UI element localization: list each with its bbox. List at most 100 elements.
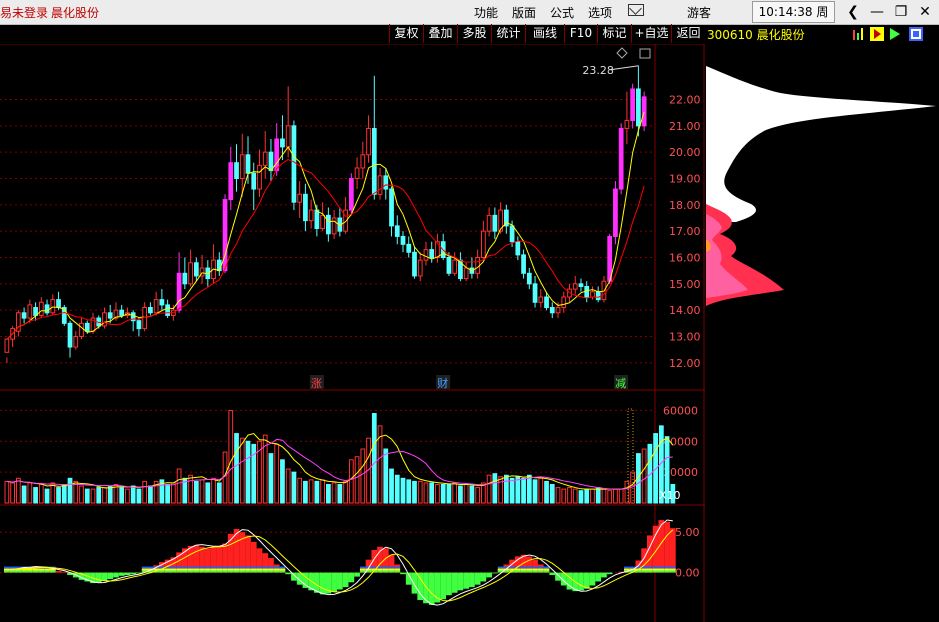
candle-body <box>544 296 549 309</box>
macd-band-yellow <box>239 568 246 571</box>
macd-bar <box>491 572 498 574</box>
macd-band-yellow <box>204 568 211 571</box>
macd-bar <box>61 571 68 573</box>
macd-band-blue <box>245 566 251 569</box>
btn-mark[interactable]: 标记 <box>597 24 631 43</box>
price-axis-label: 17.00 <box>669 225 701 238</box>
close-icon[interactable]: ✕ <box>915 2 935 22</box>
btn-statistics[interactable]: 统计 <box>491 24 525 43</box>
candle-body <box>636 88 641 127</box>
candle-body <box>148 307 153 314</box>
volume-bar <box>503 474 509 504</box>
chip-dist-white <box>706 66 936 222</box>
menu-layout[interactable]: 版面 <box>512 4 536 21</box>
macd-band-yellow <box>26 568 33 571</box>
macd-band-blue <box>543 566 550 569</box>
macd-axis-label: 0.00 <box>675 567 700 580</box>
candle-body <box>446 257 452 274</box>
clock-time: 10:14:38 <box>758 5 813 19</box>
price-axis-label: 22.00 <box>669 94 701 107</box>
menu-function[interactable]: 功能 <box>474 4 498 21</box>
macd-band-green <box>658 570 665 573</box>
candle-body <box>481 230 486 259</box>
macd-bar <box>583 572 590 589</box>
volume-bar <box>4 480 10 504</box>
candle-body <box>84 322 90 332</box>
volume-bar <box>56 487 61 504</box>
btn-add-watchlist[interactable]: +自选 <box>631 24 671 43</box>
volume-bar <box>308 479 314 504</box>
macd-band-yellow <box>210 568 217 571</box>
kline-chart[interactable]: 22.00 21.00 20.00 19.00 18.00 17.00 16.00 15.00… <box>0 44 705 622</box>
macd-band-green <box>26 570 33 573</box>
btn-overlay[interactable]: 叠加 <box>423 24 457 43</box>
volume-bar <box>412 480 417 504</box>
event-marker: 减 <box>615 377 626 390</box>
menu-options[interactable]: 选项 <box>588 4 612 21</box>
macd-band-yellow <box>279 568 286 571</box>
candle-body <box>239 154 245 180</box>
event-marker: 财 <box>437 376 448 390</box>
macd-band-yellow <box>164 568 171 571</box>
play-icon[interactable] <box>890 28 900 40</box>
volume-bar <box>199 479 205 504</box>
macd-bar <box>55 570 62 573</box>
candle-body <box>27 304 33 319</box>
volume-bar <box>567 487 572 504</box>
btn-multi-stock[interactable]: 多股 <box>457 24 491 43</box>
guest-user[interactable]: 游客 <box>687 4 711 21</box>
diamond-icon <box>616 47 628 59</box>
macd-bar <box>101 572 108 581</box>
macd-band-yellow <box>199 568 205 571</box>
price-axis-label: 18.00 <box>669 199 701 212</box>
macd-bar <box>446 572 452 596</box>
volume-bar <box>245 440 251 504</box>
volume-bar <box>515 476 521 504</box>
btn-return[interactable]: 返回 <box>671 24 705 43</box>
macd-band-yellow <box>647 568 653 571</box>
candle-body <box>193 262 199 277</box>
back-icon[interactable]: ❮ <box>843 2 863 22</box>
macd-band-yellow <box>532 568 538 571</box>
mail-icon[interactable] <box>628 2 644 16</box>
menu-formula[interactable]: 公式 <box>550 4 574 21</box>
candle-body <box>417 259 423 277</box>
restore-icon[interactable]: ❐ <box>891 2 911 22</box>
candle-body <box>257 164 262 190</box>
volume-bar <box>67 477 73 504</box>
macd-bar <box>124 572 131 575</box>
candle-body <box>492 214 498 232</box>
volume-bar <box>314 480 320 504</box>
btn-draw-line[interactable]: 画线 <box>525 24 564 43</box>
volume-bar <box>142 480 148 504</box>
macd-bar <box>474 572 481 585</box>
macd-bar <box>669 528 676 573</box>
volume-bar <box>446 483 452 504</box>
volume-ma5-line <box>6 433 674 490</box>
volume-bar <box>371 413 377 504</box>
volume-bar <box>538 477 544 504</box>
btn-restore-rights[interactable]: 复权 <box>389 24 423 43</box>
macd-band-green <box>187 570 194 573</box>
login-status[interactable]: 易未登录 <box>0 4 48 21</box>
macd-band-yellow <box>526 568 533 571</box>
bar-chart-icon[interactable] <box>853 28 863 40</box>
volume-bar <box>280 459 285 504</box>
minimize-icon[interactable]: — <box>867 2 887 22</box>
macd-band-green <box>669 570 676 573</box>
macd-band-green <box>268 570 274 573</box>
candle-body <box>291 125 297 203</box>
btn-f10[interactable]: F10 <box>564 24 597 43</box>
macd-band-green <box>279 570 286 573</box>
macd-band-yellow <box>216 568 223 571</box>
flag-icon[interactable] <box>870 27 884 41</box>
macd-band-blue <box>268 566 274 569</box>
grid-icon[interactable] <box>909 27 923 41</box>
macd-band-yellow <box>388 568 395 571</box>
volume-bar <box>239 437 245 504</box>
macd-band-yellow <box>262 568 269 571</box>
candle-body <box>136 320 142 330</box>
macd-band-blue <box>652 566 659 569</box>
macd-band-green <box>514 570 521 573</box>
volume-bar <box>475 487 481 504</box>
